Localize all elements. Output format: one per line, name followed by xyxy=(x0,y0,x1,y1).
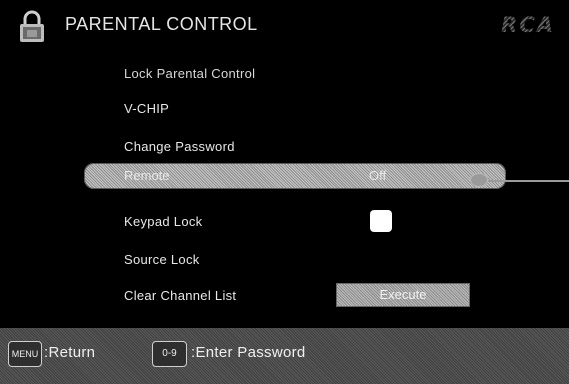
footer-hint-bar: MENU :Return 0-9 :Enter Password xyxy=(0,328,569,384)
enter-password-hint: :Enter Password xyxy=(191,344,306,361)
padlock-icon xyxy=(20,10,44,42)
menu-item-v-chip[interactable]: V-CHIP xyxy=(124,101,169,116)
execute-button[interactable]: Execute xyxy=(336,283,470,307)
menu-item-change-password[interactable]: Change Password xyxy=(124,139,235,154)
remote-label: Remote xyxy=(124,168,170,183)
number-key-icon: 0-9 xyxy=(152,341,187,367)
menu-item-lock-parental-control[interactable]: Lock Parental Control xyxy=(124,66,255,81)
header: PARENTAL CONTROL RCA xyxy=(0,0,569,50)
menu-key-icon: MENU xyxy=(8,341,42,367)
brand-logo: RCA xyxy=(501,13,555,37)
remote-value[interactable]: Off xyxy=(369,168,386,183)
selection-leader-line xyxy=(488,180,569,182)
menu-item-source-lock[interactable]: Source Lock xyxy=(124,252,200,267)
menu-item-keypad-lock[interactable]: Keypad Lock xyxy=(124,214,202,229)
selection-knob xyxy=(470,173,488,187)
parental-control-screen: PARENTAL CONTROL RCA Lock Parental Contr… xyxy=(0,0,569,384)
menu-item-clear-channel-list[interactable]: Clear Channel List xyxy=(124,288,236,303)
page-title: PARENTAL CONTROL xyxy=(65,14,258,34)
keypad-lock-checkbox[interactable] xyxy=(370,210,392,232)
return-hint: :Return xyxy=(44,344,96,361)
